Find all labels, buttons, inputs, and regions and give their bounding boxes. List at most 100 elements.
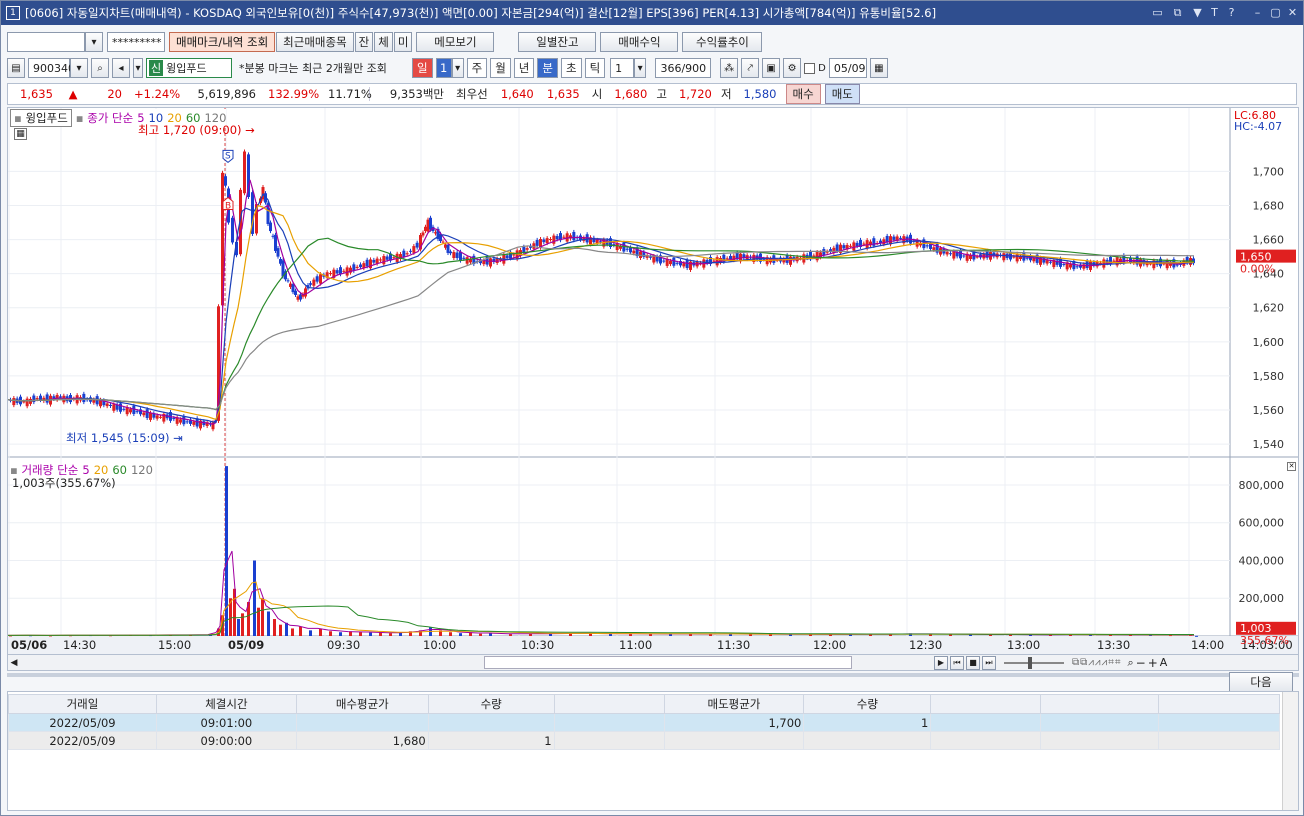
col-empty-2[interactable] xyxy=(930,694,1042,714)
volume-bar xyxy=(225,466,228,636)
period-tick-button[interactable]: 틱 xyxy=(584,58,606,78)
period-minute-button[interactable]: 분 xyxy=(537,58,558,78)
speaker-icon[interactable]: ◂ xyxy=(112,58,130,78)
col-sell-qty[interactable]: 수량 xyxy=(803,694,932,714)
period-day-button[interactable]: 일 xyxy=(412,58,433,78)
col-sell-avg[interactable]: 매도평균가 xyxy=(663,694,805,714)
col-exec-time[interactable]: 체결시간 xyxy=(155,694,297,714)
code-input[interactable]: 900340 xyxy=(28,58,75,78)
candle-body xyxy=(179,419,182,423)
panel-close-icon[interactable]: ✕ xyxy=(1287,462,1296,471)
drawing-tools-icon[interactable]: ⧉⧉⩘⩘⩘⌗⌗ xyxy=(1072,657,1121,668)
pin-icon[interactable]: ▼ xyxy=(1191,6,1204,19)
account-input[interactable] xyxy=(7,32,85,52)
col-buy-avg[interactable]: 매수평균가 xyxy=(295,694,429,714)
col-empty-4[interactable] xyxy=(1158,694,1280,714)
date-checkbox[interactable] xyxy=(804,62,816,74)
font-icon[interactable]: T xyxy=(1208,6,1221,19)
stock-name: 윙입푸드 xyxy=(166,62,207,75)
interval-input[interactable]: 1 xyxy=(610,58,635,78)
rewind-icon[interactable]: ⏮ xyxy=(950,655,964,670)
interval-dropdown-icon[interactable]: ▾ xyxy=(634,58,647,78)
unexecuted-button[interactable]: 미 xyxy=(393,32,413,52)
price-legend-name[interactable]: ▪ 윙입푸드 xyxy=(10,109,72,127)
sell-button[interactable]: 매도 xyxy=(824,84,860,104)
scroll-left-icon[interactable]: ◀ xyxy=(8,658,20,668)
date-input[interactable]: 05/09 xyxy=(828,58,867,78)
fast-forward-icon[interactable]: ⏭ xyxy=(982,655,996,670)
maximize-button[interactable]: ▢ xyxy=(1269,6,1282,19)
memo-view-button[interactable]: 메모보기 xyxy=(416,32,495,52)
candle-body xyxy=(459,251,462,261)
trade-mark-query-button[interactable]: 매매마크/내역 조회 xyxy=(169,32,276,52)
col-empty-3[interactable] xyxy=(1040,694,1160,714)
minimize-button[interactable]: – xyxy=(1251,6,1264,19)
candle-body xyxy=(286,280,290,282)
speaker-dropdown-icon[interactable]: ▾ xyxy=(133,58,143,78)
minimize-icon[interactable]: ▭ xyxy=(1151,6,1164,19)
save-icon[interactable]: ▣ xyxy=(762,58,781,78)
chart-scrollbar[interactable]: ◀ ▶ ⏮ ■ ⏭ ⧉⧉⩘⩘⩘⌗⌗ ⌕ − + A xyxy=(7,654,1299,671)
chart-area[interactable]: 1,700 1,680 1,660 1,640 1,620 1,600 1,580 1,560… xyxy=(7,107,1299,659)
next-button[interactable]: 다음 xyxy=(1229,672,1293,692)
period-value[interactable]: 1 xyxy=(435,58,452,78)
volume-tick-label: 200,000 xyxy=(1239,592,1285,605)
help-icon[interactable]: ? xyxy=(1225,6,1238,19)
splitter[interactable] xyxy=(7,673,1299,677)
col-trade-date[interactable]: 거래일 xyxy=(8,694,157,714)
zoom-search-icon[interactable]: ⌕ xyxy=(1127,656,1133,670)
col-buy-qty[interactable]: 수량 xyxy=(427,694,555,714)
executed-button[interactable]: 체 xyxy=(374,32,393,52)
grid-toggle-icon[interactable]: ▦ xyxy=(14,128,27,140)
period-dropdown-icon[interactable]: ▾ xyxy=(451,58,464,78)
password-input[interactable]: ********* xyxy=(107,32,165,52)
play-icon[interactable]: ▶ xyxy=(934,655,948,670)
period-year-button[interactable]: 년 xyxy=(513,58,535,78)
candle-body xyxy=(22,401,26,403)
calendar-icon[interactable]: ▦ xyxy=(869,58,888,78)
price-volume-chart[interactable]: 1,7001,6801,6601,6401,6201,6001,5801,560… xyxy=(8,108,1298,656)
stop-icon[interactable]: ■ xyxy=(966,655,980,670)
price-tick-label: 1,580 xyxy=(1253,370,1285,383)
auto-scale-icon[interactable]: A xyxy=(1160,656,1168,669)
return-trend-button[interactable]: 수익률추이 xyxy=(682,32,763,52)
account-dropdown-icon[interactable]: ▾ xyxy=(85,32,103,52)
search-icon[interactable]: ⌕ xyxy=(91,58,109,78)
table-row[interactable]: 2022/05/09 09:01:00 1,700 1 xyxy=(8,713,1280,732)
price-tick-label: 1,540 xyxy=(1253,438,1285,451)
period-month-button[interactable]: 월 xyxy=(490,58,511,78)
daily-balance-button[interactable]: 일별잔고 xyxy=(518,32,597,52)
table-row[interactable]: 2022/05/09 09:00:00 1,680 1 xyxy=(8,731,1280,750)
zoom-slider[interactable] xyxy=(1004,656,1064,669)
candle-body xyxy=(682,263,686,267)
recent-traded-button[interactable]: 최근매매종목 xyxy=(276,32,354,52)
col-empty-1[interactable] xyxy=(553,694,665,714)
zoom-in-icon[interactable]: + xyxy=(1148,656,1158,670)
panel-icon[interactable]: ▤ xyxy=(7,58,25,78)
stock-name-field[interactable]: 신 윙입푸드 xyxy=(146,58,232,78)
buy-button[interactable]: 매수 xyxy=(785,84,821,104)
zoom-slider-handle[interactable] xyxy=(1028,656,1032,669)
period-week-button[interactable]: 주 xyxy=(466,58,488,78)
balance-button[interactable]: 잔 xyxy=(354,32,374,52)
close-button[interactable]: ✕ xyxy=(1286,6,1299,19)
price-change: 20 xyxy=(107,87,122,101)
candle-body xyxy=(82,393,86,403)
zoom-out-icon[interactable]: − xyxy=(1136,656,1146,670)
scroll-thumb[interactable] xyxy=(484,656,852,669)
candle-body xyxy=(489,258,492,267)
compare-icon[interactable]: ⤤ xyxy=(741,58,760,78)
trade-profit-button[interactable]: 매매수익 xyxy=(600,32,679,52)
price-tick-label: 1,660 xyxy=(1253,234,1285,247)
candle-body xyxy=(122,408,126,410)
table-scrollbar[interactable] xyxy=(1282,692,1298,810)
minute-mark-notice: *분봉 마크는 최근 2개월만 조회 xyxy=(239,62,387,75)
cell-empty xyxy=(553,731,665,750)
vma20-line xyxy=(8,581,1195,636)
gear-icon[interactable]: ⚙ xyxy=(783,58,802,78)
code-dropdown-icon[interactable]: ▾ xyxy=(70,58,88,78)
bar-count-field[interactable]: 366/900 xyxy=(655,58,712,78)
period-second-button[interactable]: 초 xyxy=(560,58,582,78)
restore-icon[interactable]: ⧉ xyxy=(1171,6,1184,19)
indicator-icon[interactable]: ⁂ xyxy=(720,58,739,78)
